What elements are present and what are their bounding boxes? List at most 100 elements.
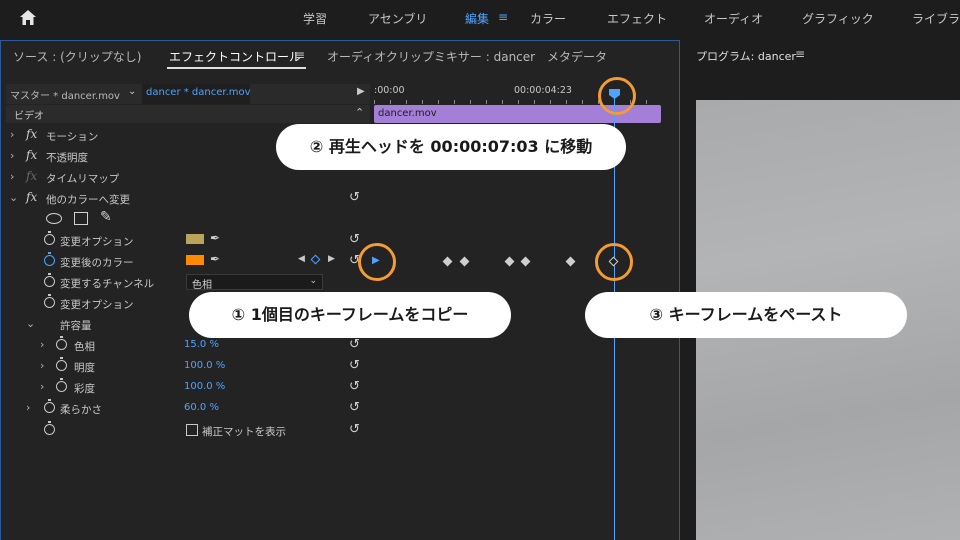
rectangle-mask-icon[interactable]: [74, 212, 88, 225]
property-row-change-option: 変更オプション ✒ ↺: [6, 230, 370, 250]
workspace-tab-effects[interactable]: エフェクト: [607, 10, 667, 27]
stopwatch-icon[interactable]: [44, 252, 55, 266]
highlight-ring-playhead: [598, 77, 636, 115]
color-swatch[interactable]: [186, 255, 204, 265]
fx-icon: fx: [26, 169, 38, 183]
show-matte-checkbox[interactable]: [186, 424, 198, 436]
tab-metadata[interactable]: メタデータ: [547, 48, 607, 65]
effect-label: タイムリマップ: [46, 173, 120, 185]
eyedropper-icon[interactable]: ✒: [210, 252, 220, 266]
workspace-tab-graphics[interactable]: グラフィック: [802, 10, 874, 27]
property-row-channel: 変更するチャンネル 色相 ⌄: [6, 272, 370, 292]
chevron-right-icon[interactable]: ›: [10, 149, 14, 162]
panel-menu-icon[interactable]: ≡: [295, 48, 305, 62]
reset-icon[interactable]: ↺: [349, 379, 360, 394]
fx-icon[interactable]: fx: [26, 148, 37, 162]
active-tab-indicator: [167, 67, 306, 69]
fx-icon[interactable]: fx: [26, 127, 37, 141]
tab-audio-clip-mixer[interactable]: オーディオクリップミキサー : dancer: [327, 48, 535, 65]
next-keyframe-icon[interactable]: ▶: [328, 254, 335, 264]
add-keyframe-icon[interactable]: [310, 254, 321, 265]
workspace-tab-color[interactable]: カラー: [530, 10, 566, 27]
reset-icon[interactable]: ↺: [349, 422, 360, 437]
chevron-down-icon[interactable]: ⌄: [9, 191, 18, 204]
effect-row-time-remap[interactable]: › fx タイムリマップ: [6, 167, 370, 187]
reset-icon[interactable]: ↺: [349, 337, 360, 352]
reset-icon[interactable]: ↺: [349, 232, 360, 247]
stopwatch-icon[interactable]: [56, 378, 67, 392]
workspace-tab-editing[interactable]: 編集: [465, 10, 489, 27]
checkbox-label: 補正マットを表示: [202, 426, 286, 438]
property-row-show-matte: 補正マットを表示 ↺: [6, 420, 370, 440]
workspace-tab-audio[interactable]: オーディオ: [704, 10, 763, 27]
fx-icon[interactable]: fx: [26, 190, 37, 204]
play-only-audio-icon[interactable]: ▶: [357, 86, 365, 97]
chevron-down-icon[interactable]: ⌄: [128, 86, 136, 97]
program-monitor-title[interactable]: プログラム: dancer: [696, 48, 796, 64]
stopwatch-icon[interactable]: [44, 421, 55, 435]
effect-row-change-to-color[interactable]: ⌄ fx 他のカラーへ変更 ↺: [6, 188, 370, 208]
property-label: 彩度: [74, 383, 95, 395]
effect-label: 他のカラーへ変更: [46, 194, 130, 206]
pen-mask-icon[interactable]: ✎: [100, 209, 112, 225]
property-label: 許容量: [60, 320, 92, 332]
chevron-right-icon[interactable]: ›: [40, 338, 44, 351]
property-row-softness: › 柔らかさ 60.0 % ↺: [6, 398, 370, 418]
video-section-label: ビデオ: [14, 111, 44, 122]
ellipse-mask-icon[interactable]: [46, 213, 62, 224]
stopwatch-icon[interactable]: [44, 399, 55, 413]
reset-icon[interactable]: ↺: [349, 358, 360, 373]
eyedropper-icon[interactable]: ✒: [210, 231, 220, 245]
property-label: 変更後のカラー: [60, 257, 134, 269]
property-row-saturation: › 彩度 100.0 % ↺: [6, 377, 370, 397]
property-value[interactable]: 15.0 %: [184, 339, 219, 350]
workspace-tab-assembly[interactable]: アセンブリ: [368, 10, 427, 27]
chevron-right-icon[interactable]: ›: [26, 401, 30, 414]
previous-keyframe-icon[interactable]: ◀: [298, 254, 305, 264]
master-clip-label[interactable]: マスター * dancer.mov: [10, 87, 120, 102]
workspace-tab-learning[interactable]: 学習: [303, 10, 327, 27]
workspace-menu-icon[interactable]: ≡: [498, 10, 508, 24]
timecode-mid: 00:00:04:23: [514, 85, 572, 96]
chevron-down-icon[interactable]: ⌄: [26, 317, 35, 330]
callout-step1: ① 1個目のキーフレームをコピー: [189, 292, 511, 338]
stopwatch-icon[interactable]: [56, 357, 67, 371]
reset-icon[interactable]: ↺: [349, 190, 360, 205]
property-row-lightness: › 明度 100.0 % ↺: [6, 356, 370, 376]
effect-label: モーション: [46, 131, 99, 143]
stopwatch-icon[interactable]: [44, 294, 55, 308]
reset-icon[interactable]: ↺: [349, 400, 360, 415]
effect-label: 不透明度: [46, 152, 88, 164]
callout-step3: ③ キーフレームをペースト: [585, 292, 907, 338]
stopwatch-icon[interactable]: [44, 231, 55, 245]
workspace-bar: 学習 アセンブリ 編集 ≡ カラー エフェクト オーディオ グラフィック ライブ…: [0, 0, 960, 36]
current-clip-label[interactable]: dancer * dancer.mov: [142, 84, 251, 104]
stopwatch-icon[interactable]: [56, 336, 67, 350]
workspace-tab-libraries[interactable]: ライブラリ: [912, 10, 960, 27]
property-row-color-after: 変更後のカラー ✒ ◀ ▶ ↺: [6, 251, 370, 271]
property-value[interactable]: 100.0 %: [184, 360, 225, 371]
property-value[interactable]: 100.0 %: [184, 381, 225, 392]
property-label: 明度: [74, 362, 95, 374]
collapse-icon[interactable]: ⌃: [355, 106, 364, 119]
chevron-right-icon[interactable]: ›: [10, 128, 14, 141]
tab-effect-controls[interactable]: エフェクトコントロール: [169, 48, 301, 65]
chevron-right-icon[interactable]: ›: [40, 380, 44, 393]
property-label: 変更オプション: [60, 299, 134, 311]
stopwatch-icon[interactable]: [44, 273, 55, 287]
highlight-ring-pasted-keyframe: [595, 243, 633, 281]
property-label: 柔らかさ: [60, 404, 102, 416]
highlight-ring-first-keyframe: [358, 243, 396, 281]
clip-name: dancer.mov: [378, 108, 437, 119]
program-menu-icon[interactable]: ≡: [795, 47, 805, 61]
property-label: 色相: [74, 341, 95, 353]
chevron-right-icon[interactable]: ›: [40, 359, 44, 372]
chevron-right-icon[interactable]: ›: [10, 170, 14, 183]
channel-select[interactable]: 色相 ⌄: [186, 274, 323, 291]
tab-source[interactable]: ソース : (クリップなし): [13, 48, 141, 65]
home-icon[interactable]: [18, 8, 38, 28]
color-swatch[interactable]: [186, 234, 204, 244]
property-row-hue: › 色相 15.0 % ↺: [6, 335, 370, 355]
property-value[interactable]: 60.0 %: [184, 402, 219, 413]
timecode-start: :00:00: [374, 85, 405, 96]
